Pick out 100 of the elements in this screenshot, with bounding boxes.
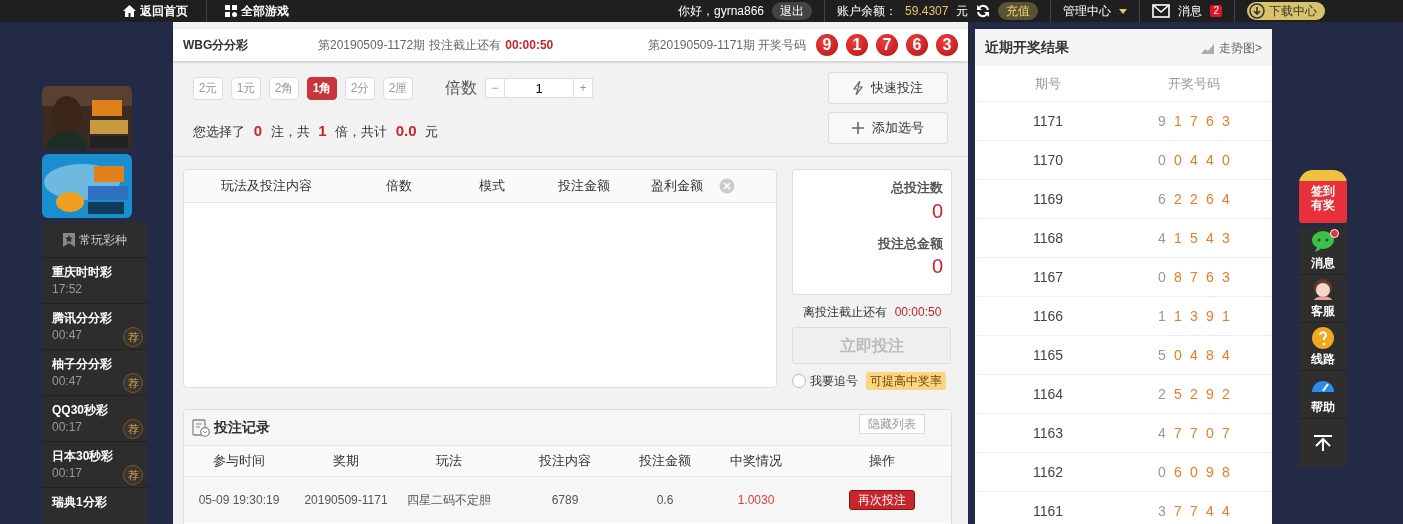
table-cell-text: 1171	[1031, 111, 1065, 131]
greeting-text: 你好，gyrna866	[678, 3, 765, 20]
recommend-badge: 荐	[123, 327, 143, 347]
download-icon	[1249, 3, 1265, 19]
favorite-game-item[interactable]: 重庆时时彩 17:52	[42, 258, 147, 304]
table-cell-text: 1164	[1031, 384, 1065, 404]
favorite-game-item[interactable]: 瑞典1分彩	[42, 488, 147, 524]
column-header: 期号	[1034, 74, 1062, 93]
table-cell-text: 1166	[1031, 306, 1065, 326]
current-issue: 第20190509-1172期	[318, 37, 426, 54]
caret-icon	[1119, 8, 1128, 14]
table-cell-text: 0.6	[655, 492, 675, 509]
total-count-label: 总投注数	[889, 179, 943, 197]
draw-number-ball: 3	[936, 34, 958, 56]
manage-menu[interactable]: 管理中心	[1063, 2, 1128, 20]
table-cell-text: 1 1 3 9 1	[1157, 306, 1231, 326]
total-amount-label: 投注总金额	[876, 234, 943, 253]
download-button[interactable]: 下载中心	[1247, 2, 1325, 20]
selection-summary: 您选择了 0 注，共 1 倍，共计 0.0 元	[193, 121, 440, 141]
column-header: 盈利金额	[649, 177, 704, 196]
column-header: 玩法	[435, 452, 463, 471]
document-icon	[192, 418, 210, 437]
recommend-badge: 荐	[123, 373, 143, 393]
favorite-game-item[interactable]: 柚子分分彩 00:47 荐	[42, 350, 147, 396]
messages-link[interactable]: 消息 2	[1152, 2, 1222, 20]
table-cell-text: 1168	[1031, 228, 1065, 248]
quick-bet-button[interactable]: 快速投注	[828, 72, 948, 104]
table-cell-text: 四星二码不定胆	[406, 492, 492, 509]
bookmark-icon	[62, 232, 75, 247]
plus-icon	[852, 122, 864, 134]
table-cell-text: 4 1 5 4 3	[1157, 228, 1231, 248]
column-header: 奖期	[332, 452, 360, 471]
draw-number-ball: 9	[816, 34, 838, 56]
side-tool-button[interactable]: 线路	[1299, 323, 1347, 371]
draw-number-ball: 1	[846, 34, 868, 56]
balance-label: 账户余额：	[837, 3, 898, 20]
mail-icon	[1152, 4, 1171, 18]
person-icon	[1311, 277, 1335, 302]
table-cell-text: 9 1 7 6 3	[1157, 111, 1231, 131]
all-games-link[interactable]: 全部游戏	[225, 2, 289, 20]
favorite-game-item[interactable]: QQ30秒彩 00:17 荐	[42, 396, 147, 442]
table-cell-text: 1167	[1031, 267, 1065, 287]
favorites-title: 常玩彩种	[78, 231, 127, 249]
recommend-badge: 荐	[123, 465, 143, 485]
table-cell-text: 0 6 0 9 8	[1157, 462, 1231, 482]
column-header: 投注金额	[557, 177, 611, 196]
balance-value: 59.4307	[905, 3, 949, 20]
home-icon	[123, 5, 136, 17]
table-cell-text: 6 2 2 6 4	[1157, 189, 1231, 209]
chat-bubble-icon	[1311, 229, 1335, 254]
table-cell-text: 5 0 4 8 4	[1157, 345, 1231, 365]
lightning-icon	[853, 81, 863, 95]
side-tool-button[interactable]: 帮助	[1299, 371, 1347, 419]
multiplier-label: 倍数	[445, 78, 477, 98]
table-cell-text: 6789	[550, 492, 580, 509]
chase-radio[interactable]	[792, 374, 806, 388]
draw-label: 开奖号码	[758, 37, 806, 54]
table-cell-text: 0 0 4 4 0	[1157, 150, 1231, 170]
side-tool-button[interactable]: 客服	[1299, 275, 1347, 323]
draw-number-ball: 6	[906, 34, 928, 56]
column-header: 参与时间	[212, 452, 266, 471]
table-cell-text: 1169	[1031, 189, 1065, 209]
last-issue: 第20190509-1171期	[647, 37, 755, 54]
recharge-button[interactable]: 充值	[998, 2, 1039, 20]
column-header: 模式	[477, 177, 506, 196]
favorite-game-item[interactable]: 日本30秒彩 00:17 荐	[42, 442, 147, 488]
favorite-game-item[interactable]: 腾讯分分彩 00:47 荐	[42, 304, 147, 350]
column-header: 中奖情况	[729, 452, 783, 471]
records-title: 投注记录	[214, 418, 270, 437]
table-cell-text: 1.0030	[736, 492, 776, 509]
multiplier-field[interactable]: 1	[505, 78, 573, 98]
currency-text: 元	[956, 3, 969, 20]
home-link[interactable]: 返回首页	[123, 2, 188, 20]
side-tool-button[interactable]: 消息	[1299, 227, 1347, 275]
bet-again-button[interactable]: 再次投注	[848, 490, 915, 510]
table-cell-text: 2 5 2 9 2	[1157, 384, 1231, 404]
table-cell-text: 1161	[1031, 501, 1065, 521]
countdown-timer: 00:00:50	[894, 304, 942, 321]
deadline-label: 投注截止还有	[429, 37, 502, 54]
table-cell-text: 0 8 7 6 3	[1157, 267, 1231, 287]
back-to-top-button[interactable]	[1299, 419, 1347, 467]
column-header: 开奖号码	[1167, 74, 1221, 93]
trend-chart-link[interactable]: 走势图>	[1201, 38, 1262, 57]
draw-number-ball: 7	[876, 34, 898, 56]
unit-option[interactable]: 1角	[307, 76, 337, 100]
refresh-icon[interactable]	[976, 4, 991, 18]
logout-button[interactable]: 退出	[772, 2, 813, 20]
table-cell-text: 4 7 7 0 7	[1157, 423, 1231, 443]
total-amount-value: 0	[930, 254, 943, 279]
sign-in-reward-button[interactable]: 签到 有奖	[1299, 170, 1347, 223]
column-header: 投注金额	[638, 452, 692, 471]
table-cell-text: 3 7 7 4 4	[1157, 501, 1231, 521]
add-selection-button[interactable]: 添加选号	[828, 112, 948, 144]
chase-tip-tag: 可提高中奖率	[866, 372, 946, 390]
table-cell-text: 1165	[1031, 345, 1065, 365]
recommend-badge: 荐	[123, 419, 143, 439]
table-cell-text: 05-09 19:30:19	[197, 492, 281, 509]
table-cell-text: 20190509-1171	[303, 492, 389, 509]
column-header: 投注内容	[538, 452, 592, 471]
column-header: 操作	[867, 452, 896, 471]
